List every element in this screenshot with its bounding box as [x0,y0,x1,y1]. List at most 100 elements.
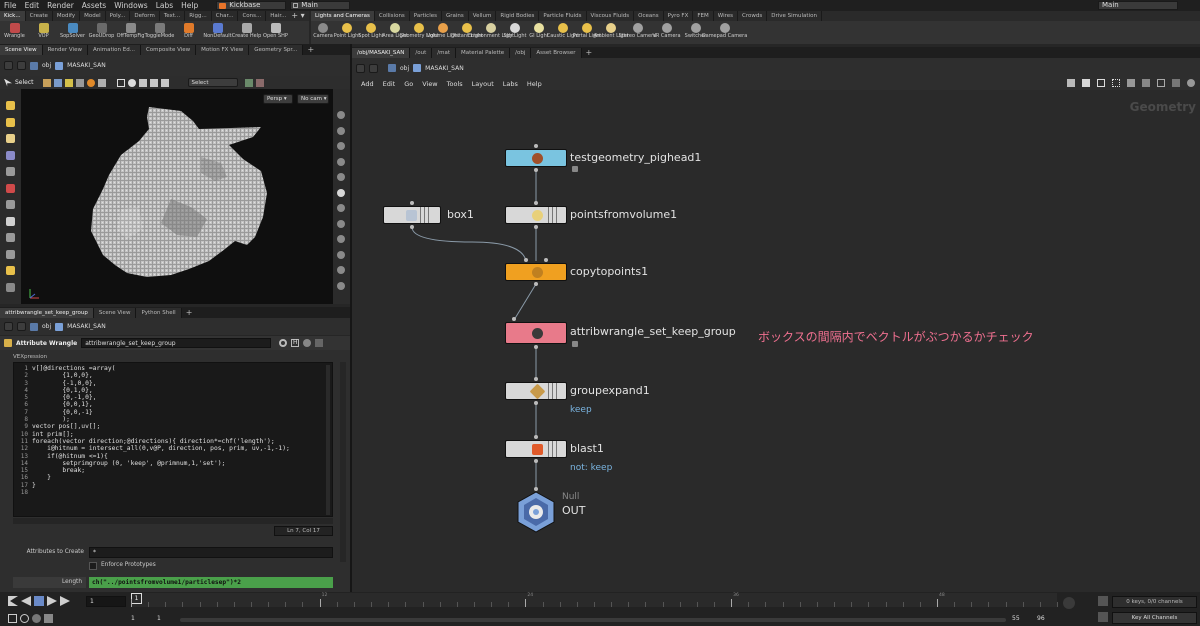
tool-icon-7[interactable] [116,78,125,87]
light-tool[interactable]: Camera [311,21,335,39]
code-line[interactable]: {-1,0,0}, [32,380,290,387]
sticky-icon[interactable] [1082,79,1090,87]
param-path-root[interactable]: obj [42,323,51,330]
pane-tab[interactable]: /mat [432,48,457,58]
shelf-tab[interactable]: Particle Fluids [539,11,587,21]
pane-tab[interactable]: Material Palette [456,48,511,58]
shelf-tool[interactable]: Create Help [232,21,261,39]
param-forward-icon[interactable] [17,322,26,331]
sticky-note[interactable]: ボックスの間隔内でベクトルがぶつかるかチェック [758,328,1034,345]
stop-icon[interactable] [34,596,44,606]
add-tab-icon[interactable]: + [582,48,597,58]
select-arrow-icon[interactable] [4,78,12,87]
menu-assets[interactable]: Assets [78,0,110,11]
input-dot[interactable] [524,258,528,262]
key-search-icon[interactable] [1063,597,1075,609]
display-option-icon[interactable] [337,219,345,228]
node-pointsfromvolume[interactable] [505,206,567,224]
record-icon[interactable] [32,614,41,623]
net-menu-item[interactable]: Tools [447,80,463,88]
output-dot[interactable] [534,225,538,229]
shelf-tab[interactable]: Rigid Bodies [496,11,540,21]
tool-icon-9[interactable] [138,78,147,87]
shelf-tab[interactable]: Pyro FX [664,11,694,21]
back-icon[interactable] [4,61,13,70]
shelf-tab[interactable]: Viscous Fluids [587,11,635,21]
pin-icon[interactable] [315,339,324,347]
realtime-icon[interactable] [8,614,17,623]
pane-tab[interactable]: Render View [42,45,88,55]
node-groupexpand[interactable] [505,382,567,400]
node-attribwrangle[interactable] [505,322,567,344]
node-label-groupexpand[interactable]: groupexpand1 [570,384,650,397]
input-dot[interactable] [534,377,538,381]
code-line[interactable]: v[]@directions =array( [32,365,290,372]
menu-windows[interactable]: Windows [110,0,151,11]
code-line[interactable] [32,489,290,496]
light-tool[interactable]: Stereo Camera [619,21,656,39]
code-line[interactable]: {0,0,-1} [32,409,290,416]
path-node[interactable]: MASAKI_SAN [67,62,106,69]
tool-icon-1[interactable] [42,78,51,87]
range-end-2[interactable]: 96 [1037,615,1059,624]
shelf-tab[interactable]: Wires [714,11,739,21]
code-h-scrollbar[interactable] [13,518,333,524]
node-label-attribwrangle[interactable]: attribwrangle_set_keep_group [570,325,736,338]
play-icon[interactable] [47,596,57,606]
network-editor[interactable]: Geometry testgeometry_pighead1 box1 poin… [352,90,1200,592]
net-path-node[interactable]: MASAKI_SAN [425,65,464,72]
range-end[interactable]: 55 [1012,615,1034,624]
net-menu-item[interactable]: Add [361,80,374,88]
code-line[interactable]: setprimgroup (0, 'keep', @primnum,1,'set… [32,460,290,467]
code-line[interactable]: } [32,474,290,481]
shelf-tool[interactable]: OffTempFig [116,21,145,39]
shelf-tab[interactable]: Deform [130,11,160,21]
attrs-field[interactable]: * [89,547,333,558]
timeline-ruler[interactable]: 1 12 24 36 48 [131,593,1058,607]
snap-icon[interactable] [244,78,253,87]
net-menu-item[interactable]: View [422,80,437,88]
shelf-tab[interactable]: Grains [442,11,469,21]
input-dot[interactable] [534,144,538,148]
pane-tab[interactable]: Geometry Spr... [249,45,304,55]
display-option-icon[interactable] [337,111,345,119]
viewport-tool-icon[interactable] [6,117,15,127]
code-text[interactable]: v[]@directions =array( {1,0,0}, {-1,0,0}… [32,365,290,496]
display-option-icon[interactable] [337,281,345,290]
shelf-tool[interactable]: ToggleMode [145,21,174,39]
shelf-tab[interactable]: Collisions [375,11,410,21]
operator-name-field[interactable]: attribwrangle_set_keep_group [81,338,272,348]
net-menu-item[interactable]: Help [527,80,542,88]
pane-tab[interactable]: /obj/MASAKI_SAN [352,48,411,58]
shelf-tool[interactable]: SopSolver [58,21,87,39]
magnet-icon[interactable] [255,78,264,87]
node-label-pointsfromvolume[interactable]: pointsfromvolume1 [570,208,677,221]
desktop-selector-right[interactable]: Main [1098,1,1178,10]
viewport-tool-icon[interactable] [6,233,15,242]
add-shelf-icon[interactable]: + ▾ [288,11,308,21]
net-path-root[interactable]: obj [400,65,409,72]
shelf-tool[interactable]: Open SHP [261,21,290,39]
tool-icon-3[interactable] [64,78,73,87]
code-line[interactable]: foreach(vector direction;@directions){ d… [32,438,290,445]
settings-icon[interactable] [1187,79,1195,87]
key-all-button[interactable]: Key All Channels [1112,612,1197,624]
net-menu-item[interactable]: Edit [383,80,396,88]
input-dot[interactable] [512,317,516,321]
code-line[interactable]: } [32,482,290,489]
light-tool[interactable]: Point Light [334,21,360,39]
shelf-tool[interactable]: Wrangle [0,21,29,39]
list-icon[interactable] [1127,79,1135,87]
node-label-copytopoints[interactable]: copytopoints1 [570,265,648,278]
light-tool[interactable]: VR Camera [652,21,681,39]
param-path-node[interactable]: MASAKI_SAN [67,323,106,330]
step-forward-icon[interactable] [60,596,70,606]
pane-tab[interactable]: Scene View [0,45,43,55]
code-scrollbar[interactable] [326,365,330,515]
display-option-icon[interactable] [337,250,345,259]
tree-icon[interactable] [1142,79,1150,87]
range-start-2[interactable]: 1 [157,615,177,624]
viewport-tool-icon[interactable] [6,150,15,160]
viewport-tool-icon[interactable] [6,282,15,292]
param-scrollbar[interactable] [340,362,346,562]
